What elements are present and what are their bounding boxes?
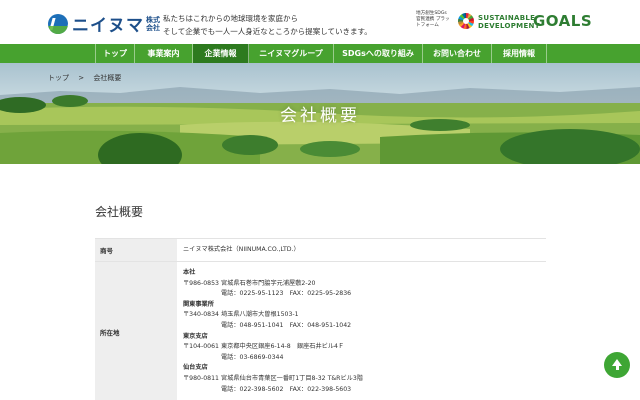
address-label: 所在地: [95, 262, 177, 400]
name-label: 商号: [95, 239, 177, 261]
address-value: 本社 〒986-0853 宮城県石巻市門脇字元浦屋敷2-20 電話：0225-9…: [177, 262, 546, 400]
tagline: 私たちはこれからの地球環境を家庭から そして企業でも一人一人身近なところから提案…: [163, 12, 372, 38]
nav-item-company[interactable]: 企業情報: [193, 44, 249, 63]
back-to-top-button[interactable]: [604, 352, 630, 378]
breadcrumb-current: 会社概要: [93, 74, 122, 82]
office-postal: 〒980-0811: [183, 374, 219, 382]
office-postal: 〒340-0834: [183, 311, 219, 319]
tagline-line-2: そして企業でも一人一人身近なところから提案していきます。: [163, 27, 372, 36]
breadcrumb: トップ > 会社概要: [48, 73, 121, 83]
nav-item-business[interactable]: 事業案内: [135, 44, 193, 63]
global-nav: トップ 事業案内 企業情報 ニイヌマグループ SDGsへの取り組み お問い合わせ…: [0, 44, 640, 63]
name-value: ニイヌマ株式会社（NIINUMA.CO.,LTD.）: [183, 245, 300, 253]
office-address-line: 〒986-0853 宮城県石巻市門脇字元浦屋敷2-20: [183, 279, 546, 290]
office-tel: 電話：048-951-1041 FAX：048-951-1042: [221, 321, 352, 329]
office-address-line: 〒980-0811 宮城県仙台市青葉区一番町1丁目8-32 T&Rビル3階: [183, 374, 546, 385]
office-postal: 〒986-0853: [183, 279, 219, 287]
office-address: 宮城県仙台市青葉区一番町1丁目8-32 T&Rビル3階: [221, 374, 363, 382]
office-tel: 電話：022-398-5602 FAX：022-398-5603: [221, 385, 352, 393]
office-kanto: 関東事業所 〒340-0834 埼玉県八潮市大曽根1503-1 電話：048-9…: [183, 300, 546, 332]
office-tel: 電話：03-6869-0344: [221, 353, 284, 361]
logo-text: ニイヌマ: [72, 16, 144, 36]
office-tel: 電話：0225-95-1123 FAX：0225-95-2836: [221, 290, 352, 298]
logo-mark-icon: [48, 13, 68, 34]
breadcrumb-separator: >: [78, 74, 85, 82]
office-address: 宮城県石巻市門脇字元浦屋敷2-20: [221, 279, 316, 287]
nav-item-recruit[interactable]: 採用情報: [492, 44, 547, 63]
table-row-name: 商号 ニイヌマ株式会社（NIINUMA.CO.,LTD.）: [95, 239, 546, 262]
site-header: ニイヌマ 株式会社 私たちはこれからの地球環境を家庭から そして企業でも一人一人…: [0, 0, 640, 44]
office-name: 東京支店: [183, 332, 208, 340]
office-name: 仙台支店: [183, 364, 208, 372]
sdgs-line-1: SUSTAINABLE: [478, 14, 536, 22]
office-address-line: 〒340-0834 埼玉県八潮市大曽根1503-1: [183, 310, 546, 321]
sdgs-wheel-icon: [458, 13, 474, 29]
logo-suffix: 株式会社: [146, 15, 160, 32]
office-tokyo: 東京支店 〒104-0061 東京都中央区銀座6-14-8 銀座石井ビル4Ｆ 電…: [183, 332, 546, 364]
hero-title: 会社概要: [280, 106, 360, 126]
office-postal: 〒104-0061: [183, 343, 219, 351]
office-address: 埼玉県八潮市大曽根1503-1: [221, 311, 299, 319]
nav-item-contact[interactable]: お問い合わせ: [423, 44, 492, 63]
company-logo[interactable]: ニイヌマ 株式会社: [48, 11, 160, 36]
nav-item-group[interactable]: ニイヌマグループ: [249, 44, 334, 63]
office-address: 東京都中央区銀座6-14-8 銀座石井ビル4Ｆ: [221, 343, 345, 351]
office-name: 関東事業所: [183, 300, 214, 308]
nav-list: トップ 事業案内 企業情報 ニイヌマグループ SDGsへの取り組み お問い合わせ…: [95, 44, 547, 63]
tagline-line-1: 私たちはこれからの地球環境を家庭から: [163, 14, 298, 23]
table-row-address: 所在地 本社 〒986-0853 宮城県石巻市門脇字元浦屋敷2-20 電話：02…: [95, 262, 546, 400]
page-title: 会社概要: [95, 205, 144, 219]
office-address-line: 〒104-0061 東京都中央区銀座6-14-8 銀座石井ビル4Ｆ: [183, 342, 546, 353]
sdgs-line-2: DEVELOPMENT: [478, 22, 540, 30]
office-name: 本社: [183, 269, 196, 276]
nav-item-sdgs[interactable]: SDGsへの取り組み: [334, 44, 423, 63]
office-sendai: 仙台支店 〒980-0811 宮城県仙台市青葉区一番町1丁目8-32 T&Rビル…: [183, 363, 546, 395]
sdgs-goals-logo: GOALS: [533, 12, 593, 30]
breadcrumb-home-link[interactable]: トップ: [48, 74, 69, 82]
company-info-table: 商号 ニイヌマ株式会社（NIINUMA.CO.,LTD.） 所在地 本社 〒98…: [95, 238, 546, 400]
sdgs-logo-text: SUSTAINABLE DEVELOPMENT: [478, 14, 540, 30]
nav-item-top[interactable]: トップ: [95, 44, 135, 63]
office-head-office: 本社 〒986-0853 宮城県石巻市門脇字元浦屋敷2-20 電話：0225-9…: [183, 268, 546, 300]
sdgs-partner-logo: 地方創生SDGs 官民連携 プラットフォーム: [416, 11, 450, 28]
